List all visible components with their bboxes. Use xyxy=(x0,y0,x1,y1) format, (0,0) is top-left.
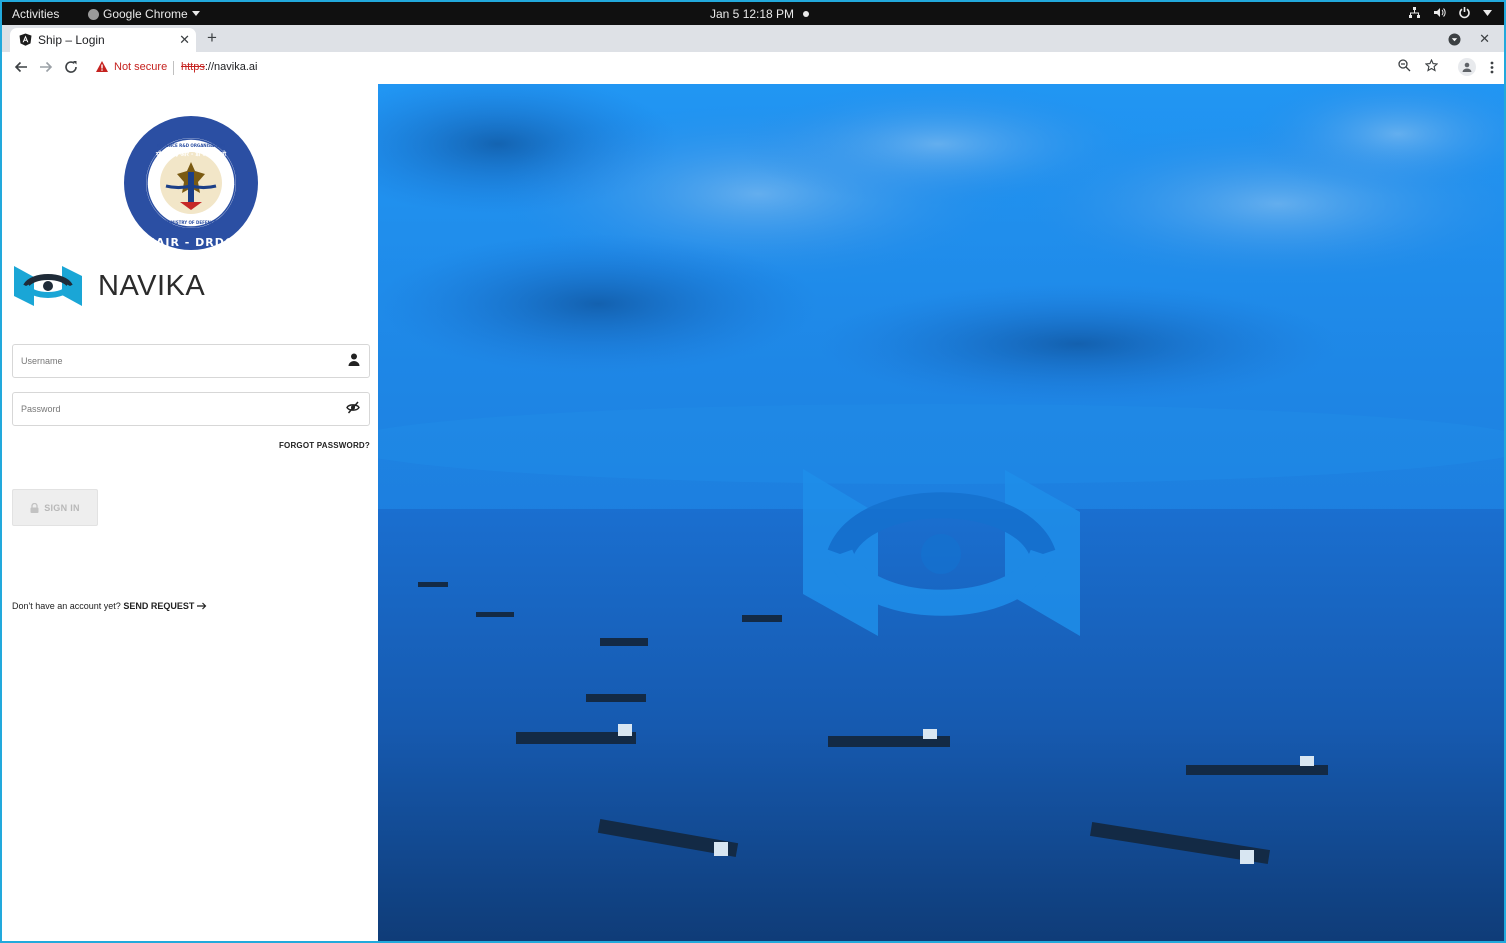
eye-slash-icon[interactable] xyxy=(346,401,360,414)
tab-strip: Ship – Login ✕ + ✕ xyxy=(2,25,1504,52)
omnibox[interactable]: Not secure https://navika.ai xyxy=(90,56,1444,80)
app-menu-label: Google Chrome xyxy=(103,7,188,21)
address-bar-row: Not secure https://navika.ai xyxy=(2,52,1504,85)
sign-in-label: SIGN IN xyxy=(44,502,80,513)
url-text[interactable]: https://navika.ai xyxy=(181,61,257,73)
back-icon[interactable] xyxy=(14,60,28,74)
clock[interactable]: Jan 5 12:18 PM xyxy=(710,7,810,21)
arrow-right-icon[interactable] xyxy=(196,602,207,610)
new-tab-button[interactable]: + xyxy=(207,29,217,47)
emblem-org-text: DEFENCE R&D ORGANISATION xyxy=(157,143,225,148)
chrome-icon xyxy=(88,9,99,20)
tab-search-icon[interactable] xyxy=(1448,33,1461,46)
screen-frame: Activities Google Chrome Jan 5 12:18 PM … xyxy=(0,0,1506,943)
user-icon xyxy=(348,353,360,366)
lock-icon xyxy=(30,502,39,513)
tab-close-icon[interactable]: ✕ xyxy=(179,32,190,48)
caret-down-icon xyxy=(191,11,200,16)
brand-name: NAVIKA xyxy=(98,269,206,302)
send-request-link[interactable]: SEND REQUEST xyxy=(123,601,194,611)
emblem-hindi-text: सी ए आई आर - डी आर डी ओ xyxy=(155,150,227,158)
request-account-line: Don't have an account yet? SEND REQUEST xyxy=(12,601,207,611)
navika-logo-icon xyxy=(14,266,82,306)
bookmark-star-icon[interactable] xyxy=(1425,59,1438,72)
navika-brand: NAVIKA xyxy=(12,260,205,312)
hero-background xyxy=(378,84,1504,941)
app-menu[interactable]: Google Chrome xyxy=(88,7,200,21)
svg-text:★: ★ xyxy=(147,181,154,190)
forward-icon[interactable] xyxy=(39,60,53,74)
password-field xyxy=(12,392,370,426)
power-icon xyxy=(1459,7,1470,19)
volume-icon xyxy=(1434,8,1446,17)
system-tray[interactable] xyxy=(1408,6,1492,19)
username-field xyxy=(12,344,370,378)
angular-favicon-icon xyxy=(19,33,32,46)
system-top-bar: Activities Google Chrome Jan 5 12:18 PM xyxy=(2,2,1504,25)
cair-drdo-emblem: सी ए आई आर - डी आर डी ओ CAIR - DRDO DEFE… xyxy=(124,116,258,250)
activities-button[interactable]: Activities xyxy=(12,7,59,21)
notification-dot-icon xyxy=(803,11,810,17)
username-input[interactable] xyxy=(19,345,333,377)
sign-in-button[interactable]: SIGN IN xyxy=(12,489,98,526)
omnibox-actions xyxy=(1398,59,1438,72)
sea-ships-illustration xyxy=(378,84,1504,941)
svg-text:★: ★ xyxy=(228,181,235,190)
password-input[interactable] xyxy=(19,393,333,425)
tab-strip-controls: ✕ xyxy=(1448,31,1490,47)
tab-ship-login[interactable]: Ship – Login ✕ xyxy=(10,28,196,52)
clock-label: Jan 5 12:18 PM xyxy=(710,7,795,21)
url-host: ://navika.ai xyxy=(204,61,258,73)
reload-icon[interactable] xyxy=(64,60,78,74)
tab-title: Ship – Login xyxy=(38,33,105,47)
browser-actions xyxy=(1458,58,1494,76)
emblem-unit-text: CAIR - DRDO xyxy=(147,236,235,249)
omnibox-separator xyxy=(173,61,174,75)
profile-avatar-icon[interactable] xyxy=(1458,58,1476,76)
url-protocol: https xyxy=(181,61,205,73)
warning-icon xyxy=(96,61,108,72)
tray-caret-icon xyxy=(1483,9,1492,16)
emblem-ministry-text: MINISTRY OF DEFENCE xyxy=(165,220,216,225)
no-account-text: Don't have an account yet? xyxy=(12,601,121,611)
forgot-password-link[interactable]: FORGOT PASSWORD? xyxy=(279,441,370,450)
zoom-icon[interactable] xyxy=(1398,59,1411,72)
window-close-icon[interactable]: ✕ xyxy=(1479,31,1490,47)
kebab-menu-icon[interactable] xyxy=(1490,61,1494,74)
not-secure-label[interactable]: Not secure xyxy=(114,61,167,73)
page-content: सी ए आई आर - डी आर डी ओ CAIR - DRDO DEFE… xyxy=(2,84,1504,941)
login-panel: सी ए आई आर - डी आर डी ओ CAIR - DRDO DEFE… xyxy=(2,84,378,941)
network-icon xyxy=(1409,7,1420,18)
